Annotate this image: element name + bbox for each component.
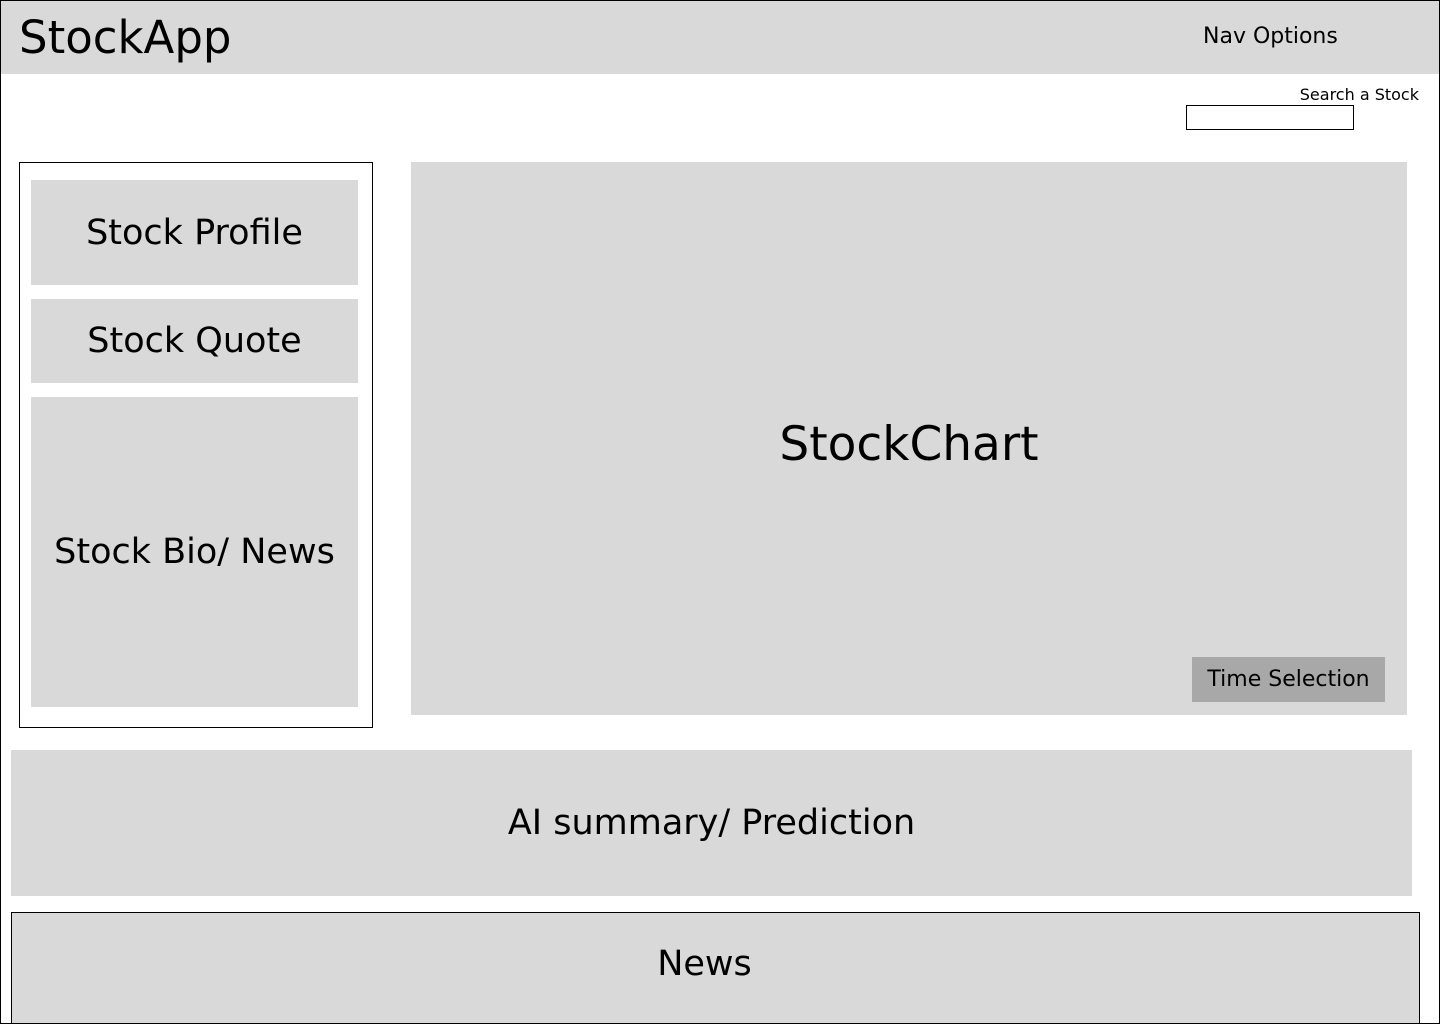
stock-chart-title: StockChart [779,417,1039,472]
time-selection-button[interactable]: Time Selection [1192,657,1385,702]
stock-bio-news-label: Stock Bio/ News [54,532,335,572]
page: StockApp Nav Options Search a Stock Stoc… [0,0,1440,1024]
header-bar: StockApp Nav Options [1,1,1439,74]
stock-profile-label: Stock Profile [86,212,303,253]
stock-bio-news-panel[interactable]: Stock Bio/ News [31,397,358,707]
news-panel[interactable]: News [11,912,1420,1023]
stock-quote-label: Stock Quote [87,321,302,361]
stock-quote-panel[interactable]: Stock Quote [31,299,358,383]
stock-profile-panel[interactable]: Stock Profile [31,180,358,285]
news-title: News [657,944,752,984]
search-label: Search a Stock [1299,85,1419,104]
app-title: StockApp [19,11,232,64]
search-input[interactable] [1186,105,1354,130]
ai-summary-label: AI summary/ Prediction [507,803,916,843]
ai-summary-panel: AI summary/ Prediction [11,750,1412,896]
stock-sidebar: Stock Profile Stock Quote Stock Bio/ New… [19,162,373,728]
stock-chart-area[interactable]: StockChart Time Selection [411,162,1407,715]
nav-options-menu[interactable]: Nav Options [1203,23,1338,51]
